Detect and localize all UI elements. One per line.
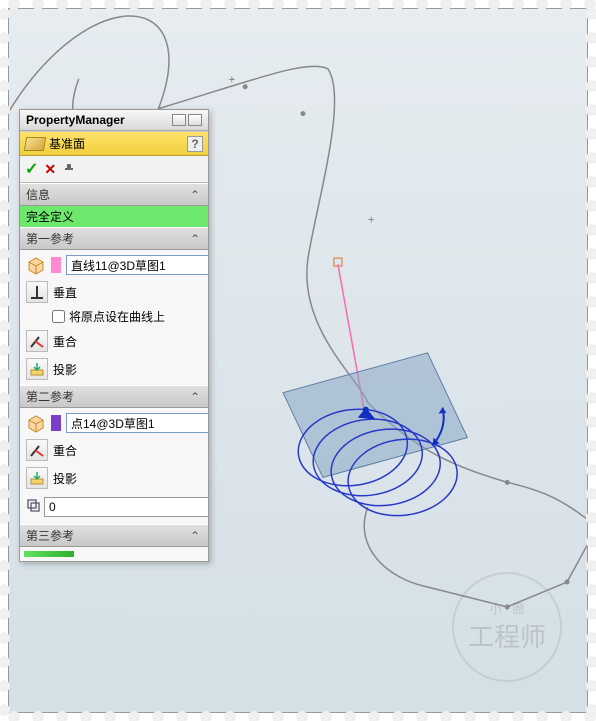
stamp-border — [0, 0, 596, 721]
